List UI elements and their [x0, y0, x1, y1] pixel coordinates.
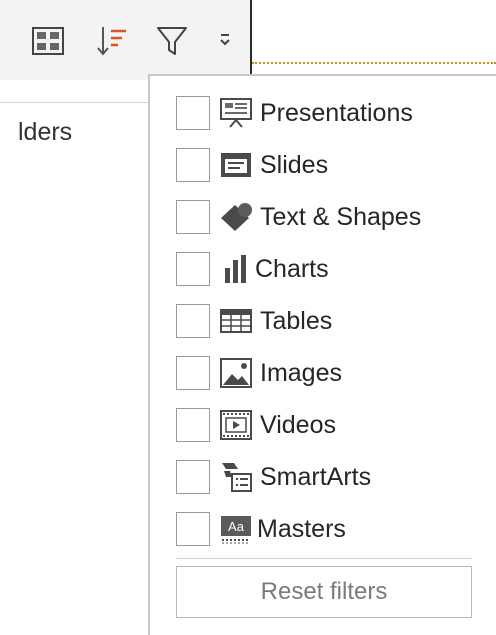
filter-item-tables[interactable]: Tables: [176, 301, 332, 341]
more-options-icon: [220, 34, 230, 46]
filter-item-videos[interactable]: Videos: [176, 405, 336, 445]
smartart-icon: [219, 460, 253, 494]
menu-separator: [176, 558, 472, 559]
checkbox[interactable]: [176, 200, 210, 234]
filter-item-images[interactable]: Images: [176, 353, 342, 393]
filter-item-masters[interactable]: Aa Masters: [176, 509, 346, 549]
checkbox[interactable]: [176, 356, 210, 390]
checkbox[interactable]: [176, 512, 210, 546]
master-icon: Aa: [219, 512, 253, 546]
svg-text:Aa: Aa: [228, 519, 245, 534]
filter-item-label: Text & Shapes: [260, 202, 422, 231]
chart-icon: [219, 252, 253, 286]
filter-item-label: Tables: [260, 306, 333, 335]
reset-filters-button[interactable]: Reset filters: [176, 566, 472, 618]
filter-item-label: SmartArts: [260, 462, 372, 491]
left-pane-divider: [0, 102, 150, 103]
filter-item-charts[interactable]: Charts: [176, 249, 329, 289]
folders-tab-label[interactable]: lders: [18, 118, 72, 147]
filter-item-label: Charts: [255, 254, 329, 283]
table-icon: [219, 304, 253, 338]
filter-icon: [157, 27, 187, 55]
sort-button[interactable]: [92, 22, 132, 60]
filter-item-label: Presentations: [260, 98, 413, 127]
filter-dropdown: Presentations Slides Text & Shapes Chart…: [148, 74, 496, 635]
video-icon: [219, 408, 253, 442]
checkbox[interactable]: [176, 460, 210, 494]
checkbox[interactable]: [176, 252, 210, 286]
grid-view-icon: [32, 27, 64, 55]
filter-item-label: Images: [260, 358, 342, 387]
sort-icon: [97, 27, 126, 56]
filter-item-presentations[interactable]: Presentations: [176, 93, 413, 133]
filter-item-label: Masters: [257, 514, 346, 543]
filter-item-label: Slides: [260, 150, 329, 179]
checkbox[interactable]: [176, 304, 210, 338]
left-pane: [0, 80, 150, 635]
toolbar-divider: [250, 0, 252, 82]
filter-item-slides[interactable]: Slides: [176, 145, 328, 185]
shapes-icon: [219, 200, 253, 234]
presentation-icon: [219, 96, 253, 130]
image-icon: [219, 356, 253, 390]
toolbar: [0, 0, 252, 80]
slide-icon: [219, 148, 253, 182]
selection-dotted-line: [252, 62, 496, 64]
checkbox[interactable]: [176, 148, 210, 182]
grid-view-button[interactable]: [28, 22, 68, 60]
app-window: lders Presentations Slides Text & Shapes…: [0, 0, 496, 635]
filter-item-text-shapes[interactable]: Text & Shapes: [176, 197, 421, 237]
filter-item-smartarts[interactable]: SmartArts: [176, 457, 371, 497]
filter-button[interactable]: [152, 22, 192, 60]
checkbox[interactable]: [176, 408, 210, 442]
checkbox[interactable]: [176, 96, 210, 130]
more-options-button[interactable]: [210, 22, 240, 60]
filter-item-label: Videos: [260, 410, 336, 439]
